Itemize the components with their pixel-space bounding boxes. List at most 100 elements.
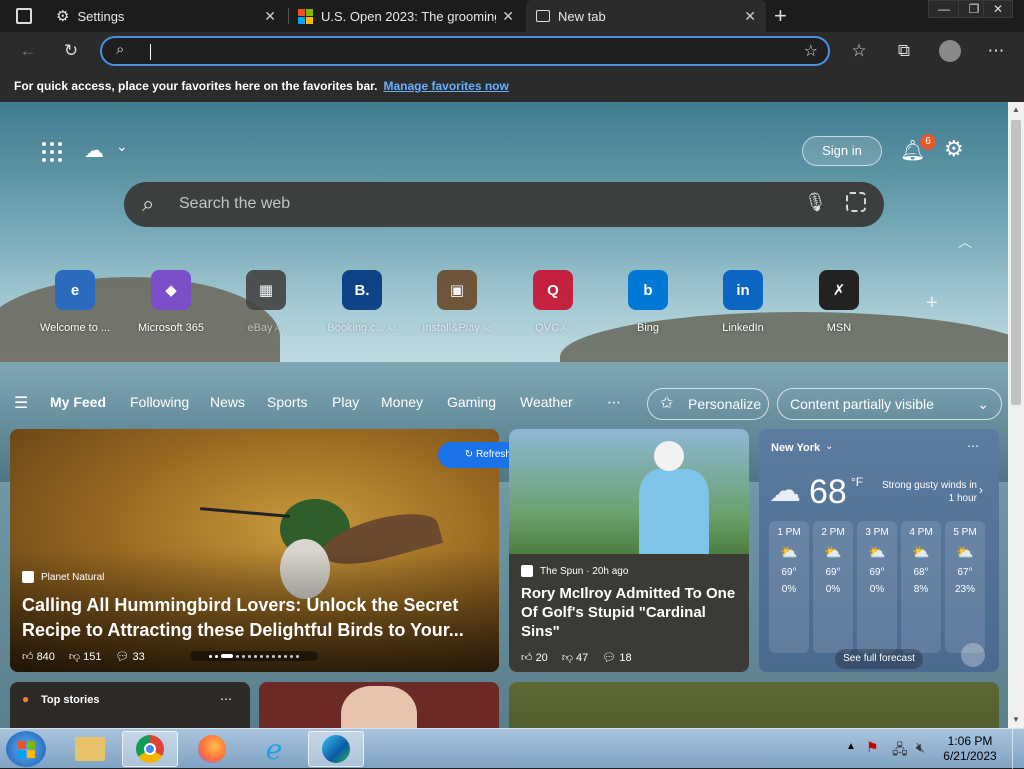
dislike-button[interactable]: 👎︎ 47 xyxy=(562,651,588,664)
collections-icon[interactable]: ⧉ xyxy=(891,39,917,63)
favorites-icon[interactable]: ☆ xyxy=(846,39,872,63)
weather-card[interactable]: New York ⌄ ⋯ ☁ 68 °F Strong gusty winds … xyxy=(759,429,999,672)
manage-favorites-link[interactable]: Manage favorites now xyxy=(383,79,508,93)
collapse-chevron-icon[interactable]: ︿ xyxy=(958,232,972,252)
nav-news[interactable]: News xyxy=(210,394,245,410)
dislike-button[interactable]: 👎︎ 151 xyxy=(69,650,102,663)
quick-link[interactable]: b Bing xyxy=(603,270,693,334)
scroll-down-icon[interactable]: ▼ xyxy=(1008,712,1024,728)
profile-avatar[interactable] xyxy=(937,39,963,63)
gear-icon[interactable]: ⚙ xyxy=(944,136,964,162)
action-center-icon[interactable]: ⚑ xyxy=(866,739,879,756)
address-bar[interactable]: ⌕ ☆ xyxy=(100,36,830,66)
like-button[interactable]: 👍︎ 840 xyxy=(22,650,55,663)
network-icon[interactable]: 🖧︎ xyxy=(892,739,908,763)
quick-link[interactable]: ◆ Microsoft 365 xyxy=(126,270,216,334)
forecast-hour[interactable]: 1 PM ⛅ 69° 0% xyxy=(769,521,809,653)
more-nav-icon[interactable]: ⋯ xyxy=(607,394,621,411)
show-desktop-button[interactable] xyxy=(1012,729,1024,769)
partly-sunny-icon: ⛅ xyxy=(956,544,974,560)
volume-muted-icon[interactable]: 🔇︎ xyxy=(916,739,925,756)
new-tab-button[interactable]: + xyxy=(774,3,787,29)
back-arrow-icon[interactable]: ← xyxy=(15,39,41,63)
quick-link[interactable]: ▦ eBay Ad xyxy=(221,270,311,334)
menu-icon[interactable]: ☰ xyxy=(14,393,28,413)
like-button[interactable]: 👍︎ 20 xyxy=(521,651,548,664)
close-tab-icon[interactable]: ✕ xyxy=(264,8,276,25)
quick-link[interactable]: B. Booking.c... Ad xyxy=(317,270,407,334)
nav-play[interactable]: Play xyxy=(332,394,359,410)
scrollbar-thumb[interactable] xyxy=(1011,120,1021,405)
tab-actions-icon[interactable] xyxy=(16,8,32,24)
personalize-label: Personalize xyxy=(688,396,762,412)
internet-explorer-icon[interactable]: e xyxy=(246,731,302,767)
feedback-icon[interactable] xyxy=(961,643,985,667)
visual-search-icon[interactable] xyxy=(846,192,866,212)
temperature-unit[interactable]: °F xyxy=(851,475,863,489)
see-full-forecast-button[interactable]: See full forecast xyxy=(835,649,923,669)
refresh-icon[interactable]: ↻ xyxy=(58,39,84,63)
web-search-box[interactable]: ⌕ Search the web 🎙︎ xyxy=(124,182,884,227)
news-card-portrait[interactable] xyxy=(259,682,499,728)
card-title[interactable]: Rory McIlroy Admitted To One Of Golf's S… xyxy=(521,584,741,641)
more-options-icon[interactable]: ⋯ xyxy=(983,39,1009,63)
golfer-image xyxy=(509,429,749,554)
forecast-hour[interactable]: 3 PM ⛅ 69° 0% xyxy=(857,521,897,653)
nav-weather[interactable]: Weather xyxy=(520,394,573,410)
quick-link-text: Install&Play xyxy=(422,322,480,334)
sign-in-button[interactable]: Sign in xyxy=(802,136,882,166)
quick-link[interactable]: ✗ MSN xyxy=(794,270,884,334)
tab-us-open[interactable]: U.S. Open 2023: The grooming n ✕ xyxy=(288,0,524,32)
app-launcher-icon[interactable] xyxy=(42,142,62,162)
nav-my-feed[interactable]: My Feed xyxy=(50,394,106,410)
nav-following[interactable]: Following xyxy=(130,394,189,410)
chevron-right-icon[interactable]: › xyxy=(979,483,983,497)
quick-link[interactable]: in LinkedIn xyxy=(698,270,788,334)
add-favorite-icon[interactable]: ☆ xyxy=(804,41,818,61)
forecast-hour[interactable]: 2 PM ⛅ 69° 0% xyxy=(813,521,853,653)
chevron-down-icon[interactable]: ⌄ xyxy=(116,138,128,155)
firefox-icon[interactable] xyxy=(184,731,240,767)
edge-icon[interactable] xyxy=(308,731,364,767)
nav-money[interactable]: Money xyxy=(381,394,423,410)
start-button[interactable] xyxy=(6,731,46,767)
top-stories-card[interactable]: ● Top stories ⋯ xyxy=(10,682,250,728)
tab-new-tab[interactable]: New tab ✕ xyxy=(526,0,766,32)
comment-button[interactable]: 💬︎ 18 xyxy=(602,651,631,664)
forecast-time: 2 PM xyxy=(821,527,845,538)
carousel-dots[interactable] xyxy=(190,651,318,661)
more-options-icon[interactable]: ⋯ xyxy=(220,692,232,706)
file-explorer-icon[interactable] xyxy=(62,731,118,767)
news-card-landscape[interactable] xyxy=(509,682,999,728)
nav-gaming[interactable]: Gaming xyxy=(447,394,496,410)
weather-wind-icon[interactable]: ☁ xyxy=(84,138,104,163)
show-hidden-icons[interactable]: ▲ xyxy=(846,741,856,752)
page-scrollbar[interactable]: ▲ ▼ xyxy=(1008,102,1024,728)
nav-sports[interactable]: Sports xyxy=(267,394,307,410)
chrome-icon[interactable] xyxy=(122,731,178,767)
weather-alert[interactable]: Strong gusty winds in 1 hour xyxy=(877,479,977,505)
card-title[interactable]: Calling All Hummingbird Lovers: Unlock t… xyxy=(22,593,482,643)
comment-button[interactable]: 💬︎ 33 xyxy=(116,650,145,663)
system-clock[interactable]: 1:06 PM 6/21/2023 xyxy=(940,734,1000,764)
close-tab-icon[interactable]: ✕ xyxy=(502,8,514,25)
add-shortcut-icon[interactable]: + xyxy=(926,292,938,315)
news-card-hummingbird[interactable]: Planet Natural Calling All Hummingbird L… xyxy=(10,429,499,672)
tab-settings[interactable]: ⚙ Settings ✕ xyxy=(46,0,286,32)
microphone-icon[interactable]: 🎙︎ xyxy=(804,192,827,213)
news-card-golf[interactable]: The Spun · 20h ago Rory McIlroy Admitted… xyxy=(509,429,749,672)
quick-link[interactable]: Q QVC Ad xyxy=(508,270,598,334)
close-tab-icon[interactable]: ✕ xyxy=(744,8,756,25)
forecast-hour[interactable]: 4 PM ⛅ 68° 8% xyxy=(901,521,941,653)
quick-link[interactable]: ▣ Install&Play Ad xyxy=(412,270,502,334)
more-options-icon[interactable]: ⋯ xyxy=(967,439,979,453)
chevron-down-icon[interactable]: ⌄ xyxy=(825,441,833,452)
weather-location[interactable]: New York xyxy=(771,442,820,454)
close-window-button[interactable]: ✕ xyxy=(983,0,1013,18)
personalize-button[interactable]: ✩ Personalize xyxy=(647,388,769,420)
scroll-up-icon[interactable]: ▲ xyxy=(1008,102,1024,118)
minimize-button[interactable]: — xyxy=(928,0,960,18)
content-visibility-dropdown[interactable]: Content partially visible ⌄ xyxy=(777,388,1002,420)
forecast-hour[interactable]: 5 PM ⛅ 67° 23% xyxy=(945,521,985,653)
quick-link[interactable]: e Welcome to ... xyxy=(30,270,120,334)
